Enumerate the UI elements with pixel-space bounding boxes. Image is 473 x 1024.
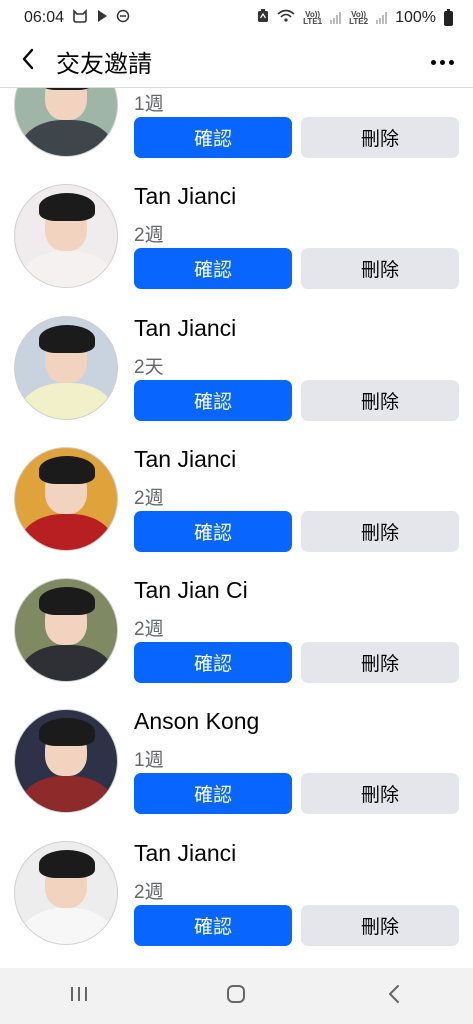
delete-button[interactable]: 刪除 — [301, 773, 459, 815]
status-bar: 06:04 Vo)) LTE1 Vo)) LTE2 100% — [0, 0, 473, 36]
battery-icon — [444, 8, 453, 26]
dnd-icon — [116, 9, 130, 28]
request-time: 2週 — [134, 225, 164, 247]
request-time: 1週 — [134, 94, 164, 115]
confirm-button[interactable]: 確認 — [134, 642, 292, 684]
friend-request-list[interactable]: Tan Jianci1週確認刪除Tan Jianci2週確認刪除Tan Jian… — [0, 88, 473, 968]
nav-back-button[interactable] — [364, 968, 424, 1024]
play-icon — [96, 9, 108, 28]
avatar[interactable] — [14, 840, 118, 945]
friend-request-list-inner: Tan Jianci1週確認刪除Tan Jianci2週確認刪除Tan Jian… — [0, 88, 473, 958]
avatar-face — [45, 88, 87, 120]
avatar-shirt — [21, 382, 113, 419]
delete-button[interactable]: 刪除 — [301, 642, 459, 684]
chevron-left-icon — [21, 48, 35, 75]
delete-button[interactable]: 刪除 — [301, 248, 459, 290]
wifi-icon — [277, 9, 295, 28]
confirm-button[interactable]: 確認 — [134, 379, 292, 421]
delete-button[interactable]: 刪除 — [301, 117, 459, 158]
requester-name[interactable]: Tan Jianci — [134, 183, 236, 210]
requester-name[interactable]: Anson Kong — [134, 708, 259, 735]
requester-name[interactable]: Tan Jianci — [134, 840, 236, 867]
status-time: 06:04 — [24, 9, 65, 26]
avatar-hair — [39, 193, 95, 222]
avatar-shirt — [21, 513, 113, 550]
avatar-hair — [39, 587, 95, 616]
signal-icon-2 — [376, 12, 388, 24]
avatar[interactable] — [14, 578, 118, 683]
friend-request-item: Anson Kong 1週 確認 刪除 — [0, 695, 473, 826]
avatar[interactable] — [14, 315, 118, 420]
confirm-button[interactable]: 確認 — [134, 904, 292, 946]
data-saver-icon — [257, 8, 269, 28]
avatar-hair — [39, 324, 95, 353]
requester-name[interactable]: Tan Jianci — [134, 315, 236, 342]
avatar[interactable] — [14, 184, 118, 289]
sim2-label: LTE2 — [349, 17, 369, 26]
cat-icon — [72, 8, 88, 28]
friend-request-item: Tan Jianci 2天 確認 刪除 — [0, 302, 473, 433]
status-left: 06:04 — [24, 8, 130, 28]
request-time: 2週 — [134, 881, 164, 903]
more-horizontal-icon — [430, 59, 454, 65]
avatar[interactable] — [14, 709, 118, 814]
avatar-shirt — [21, 907, 113, 944]
request-time: 2週 — [134, 487, 164, 509]
recents-icon — [69, 985, 89, 1008]
back-button[interactable] — [0, 36, 56, 88]
delete-button[interactable]: 刪除 — [301, 379, 459, 421]
home-button[interactable] — [206, 968, 266, 1024]
avatar-shirt — [21, 645, 113, 682]
page-title: 交友邀請 — [56, 51, 152, 78]
delete-button[interactable]: 刪除 — [301, 510, 459, 552]
more-options-button[interactable] — [429, 50, 455, 74]
request-time: 2天 — [134, 356, 164, 378]
signal-icon — [330, 12, 342, 24]
friend-request-item: Tan Jianci 2週 確認 刪除 — [0, 433, 473, 564]
request-time: 1週 — [134, 750, 164, 772]
avatar-hair — [39, 849, 95, 878]
sim1-label: LTE1 — [303, 17, 323, 26]
avatar[interactable] — [14, 446, 118, 551]
confirm-button[interactable]: 確認 — [134, 510, 292, 552]
confirm-button[interactable]: 確認 — [134, 248, 292, 290]
battery-percent: 100% — [395, 9, 436, 26]
home-icon — [225, 983, 247, 1010]
request-time: 2週 — [134, 619, 164, 641]
status-right: Vo)) LTE1 Vo)) LTE2 100% — [257, 8, 453, 28]
friend-request-item: Tan Jian Ci 2週 確認 刪除 — [0, 564, 473, 695]
avatar-shirt — [21, 251, 113, 288]
requester-name[interactable]: Tan Jianci — [134, 446, 236, 473]
sim2-indicator: Vo)) LTE2 — [349, 11, 369, 26]
avatar-shirt — [21, 120, 113, 156]
sim1-indicator: Vo)) LTE1 — [303, 11, 323, 26]
friend-request-item: Tan Jianci 2週 確認 刪除 — [0, 170, 473, 301]
friend-request-item: Tan Jianci 2週 確認 刪除 — [0, 827, 473, 958]
friend-request-item: Tan Jianci1週確認刪除 — [0, 88, 473, 170]
avatar-hair — [39, 455, 95, 484]
avatar-shirt — [21, 776, 113, 813]
delete-button[interactable]: 刪除 — [301, 904, 459, 946]
avatar[interactable] — [14, 88, 118, 157]
system-nav-bar — [0, 968, 473, 1024]
recents-button[interactable] — [49, 968, 109, 1024]
confirm-button[interactable]: 確認 — [134, 773, 292, 815]
confirm-button[interactable]: 確認 — [134, 117, 292, 158]
avatar-hair — [39, 718, 95, 747]
requester-name[interactable]: Tan Jian Ci — [134, 577, 248, 604]
app-header: 交友邀請 — [0, 36, 473, 88]
back-icon — [387, 984, 401, 1009]
